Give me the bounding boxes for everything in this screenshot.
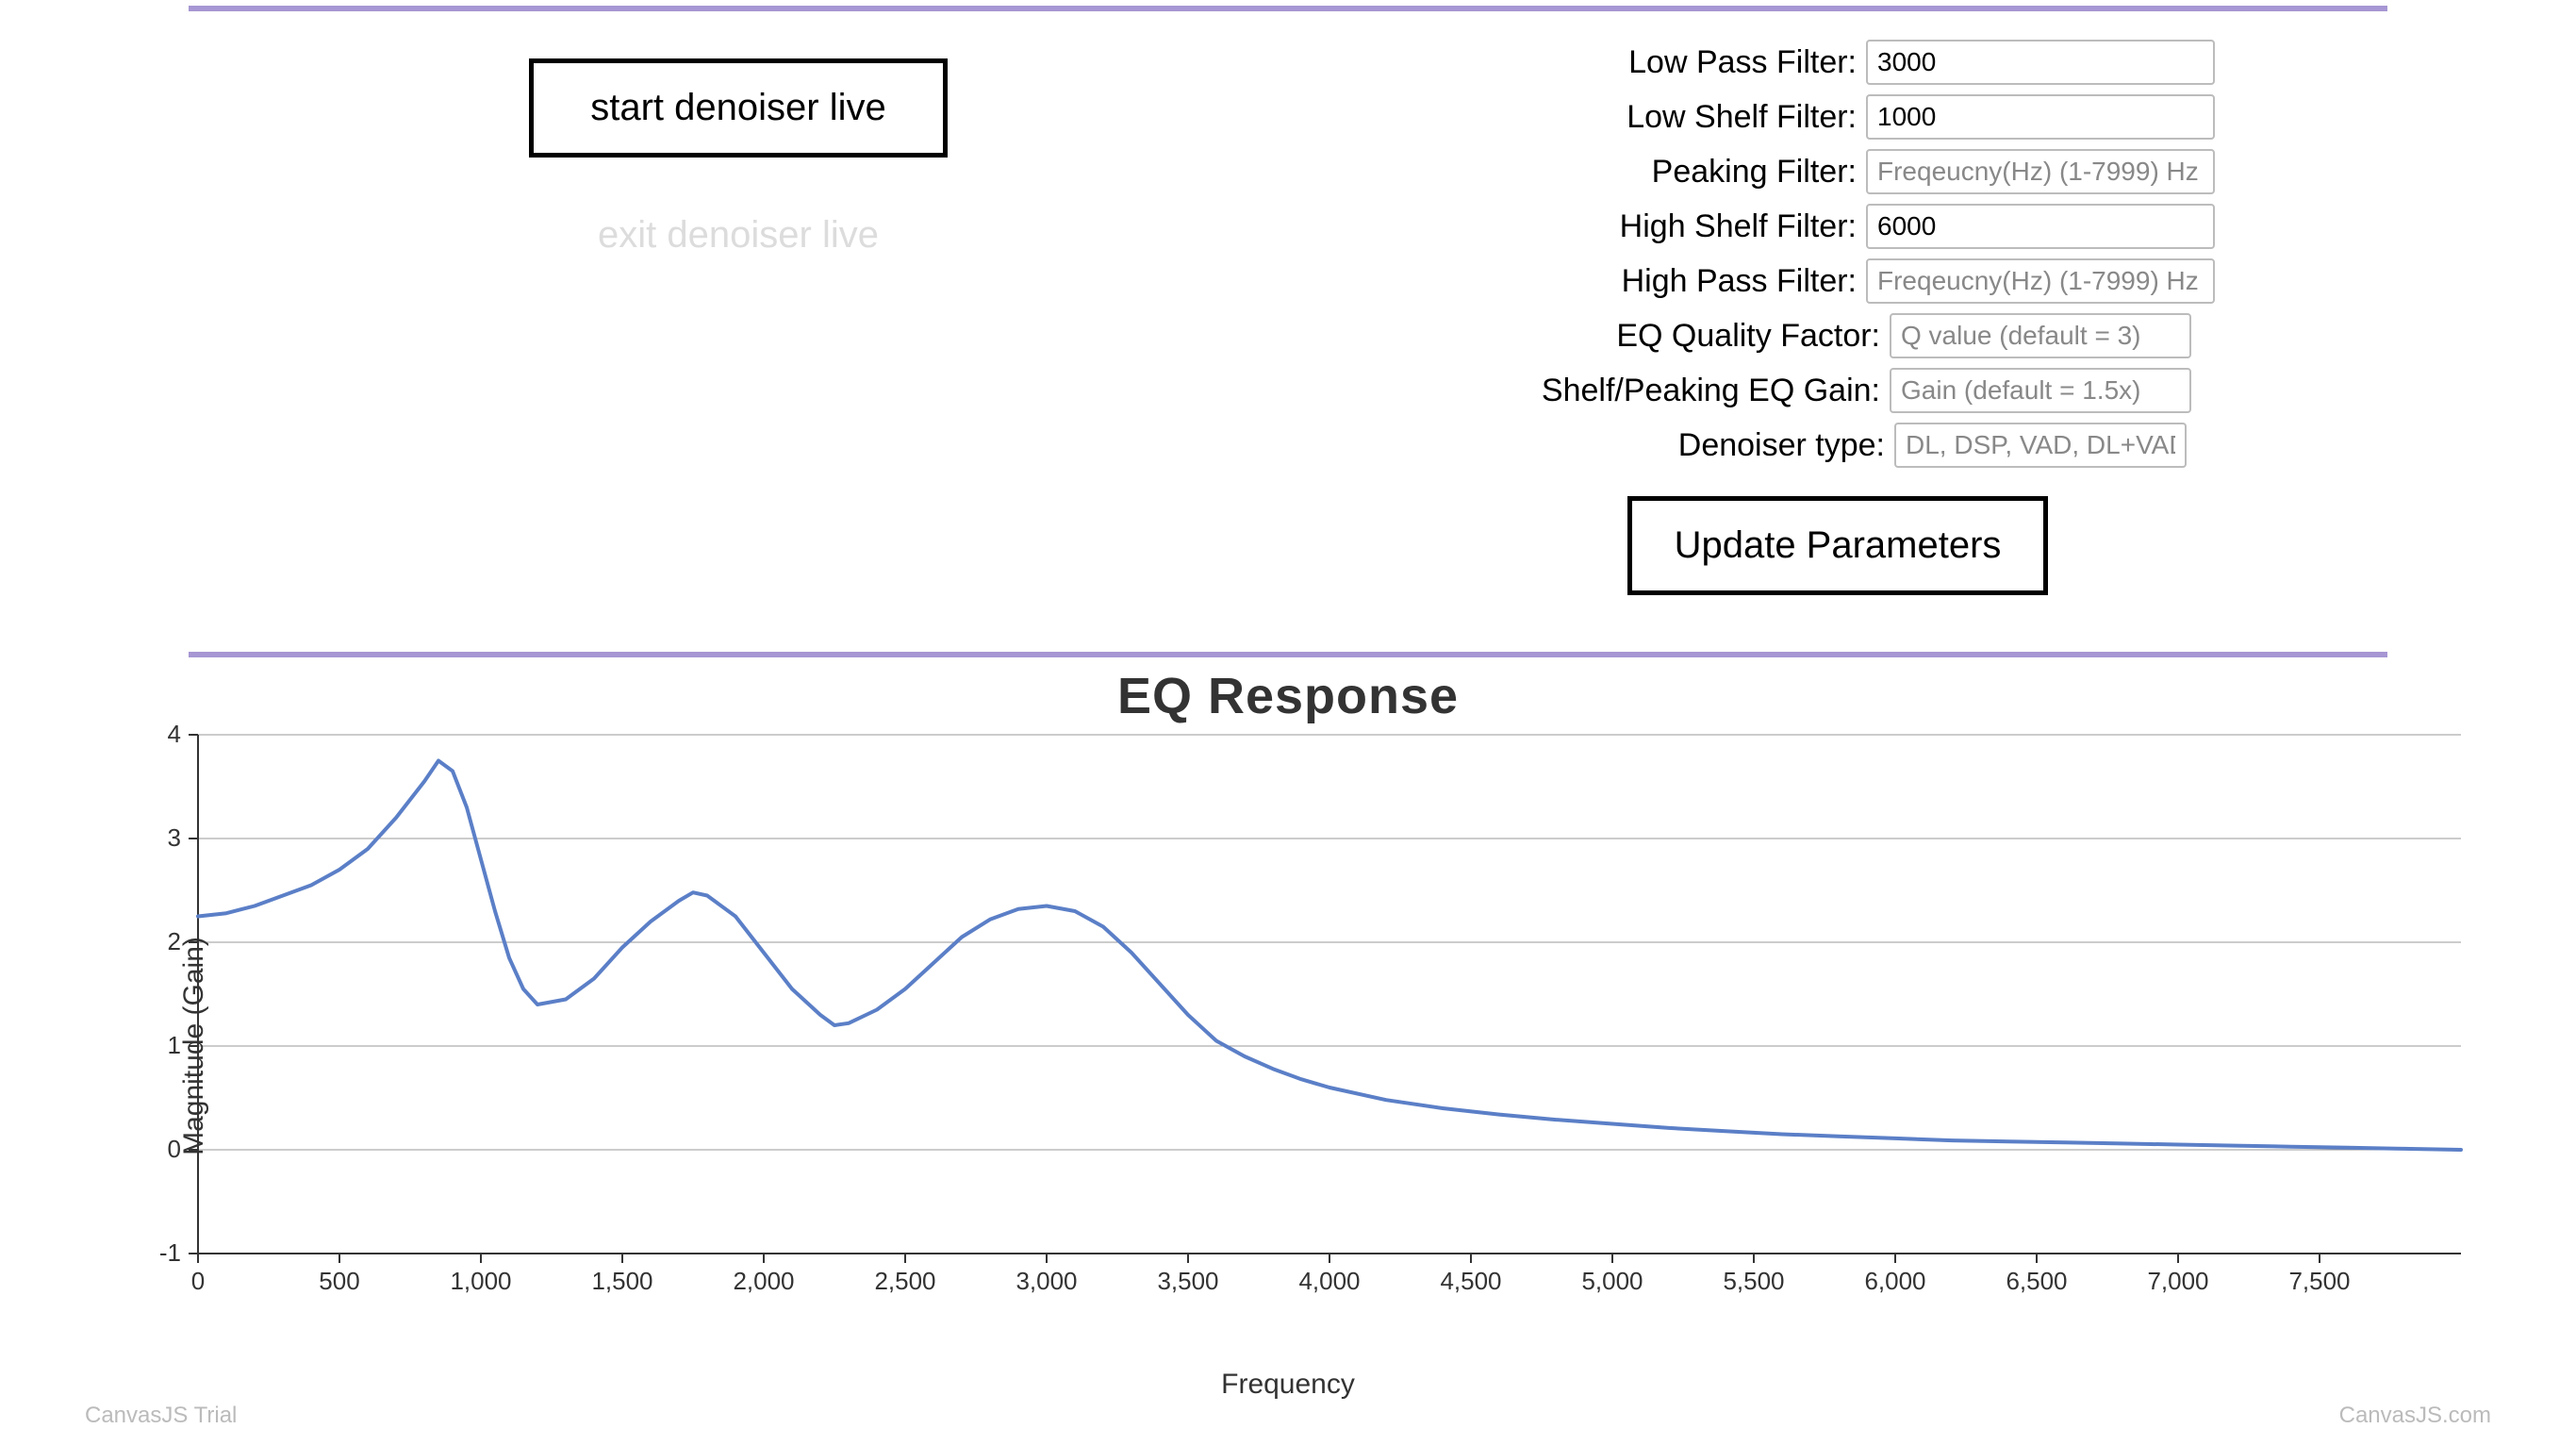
update-parameters-button[interactable]: Update Parameters <box>1627 496 2049 595</box>
denoiser-type-label: Denoiser type: <box>1489 427 1885 464</box>
svg-text:7,000: 7,000 <box>2147 1267 2208 1295</box>
svg-text:5,000: 5,000 <box>1581 1267 1643 1295</box>
svg-text:1,000: 1,000 <box>450 1267 511 1295</box>
chart-plot: -10123405001,0001,5002,0002,5003,0003,50… <box>85 725 2480 1310</box>
chart-xlabel: Frequency <box>85 1369 2491 1401</box>
svg-text:3: 3 <box>168 823 181 852</box>
divider-mid <box>189 652 2387 657</box>
svg-text:2,000: 2,000 <box>733 1267 794 1295</box>
watermark-left: CanvasJS Trial <box>85 1403 237 1429</box>
svg-text:2,500: 2,500 <box>874 1267 935 1295</box>
high-shelf-input[interactable] <box>1866 204 2215 249</box>
low-pass-label: Low Pass Filter: <box>1461 44 1857 81</box>
svg-text:4,500: 4,500 <box>1440 1267 1501 1295</box>
gain-input[interactable] <box>1890 368 2191 413</box>
chart-container: EQ Response Magnitude (Gain) -1012340500… <box>85 667 2491 1401</box>
exit-denoiser-button: exit denoiser live <box>541 186 935 285</box>
gain-label: Shelf/Peaking EQ Gain: <box>1484 373 1880 409</box>
svg-text:500: 500 <box>319 1267 359 1295</box>
svg-text:4,000: 4,000 <box>1298 1267 1360 1295</box>
high-pass-input[interactable] <box>1866 258 2215 304</box>
high-shelf-label: High Shelf Filter: <box>1461 208 1857 245</box>
right-column: Low Pass Filter: Low Shelf Filter: Peaki… <box>1288 40 2387 595</box>
peaking-label: Peaking Filter: <box>1461 154 1857 191</box>
q-factor-input[interactable] <box>1890 313 2191 358</box>
svg-text:6,500: 6,500 <box>2006 1267 2067 1295</box>
svg-text:3,000: 3,000 <box>1016 1267 1077 1295</box>
svg-text:-1: -1 <box>159 1238 181 1267</box>
low-shelf-input[interactable] <box>1866 94 2215 140</box>
svg-text:3,500: 3,500 <box>1157 1267 1218 1295</box>
peaking-input[interactable] <box>1866 149 2215 194</box>
controls-section: start denoiser live exit denoiser live L… <box>0 11 2576 623</box>
chart-title: EQ Response <box>85 667 2491 725</box>
svg-text:1,500: 1,500 <box>591 1267 652 1295</box>
q-factor-label: EQ Quality Factor: <box>1484 318 1880 355</box>
svg-text:7,500: 7,500 <box>2288 1267 2350 1295</box>
svg-text:0: 0 <box>191 1267 205 1295</box>
denoiser-type-input[interactable] <box>1894 423 2187 468</box>
start-denoiser-button[interactable]: start denoiser live <box>529 58 947 158</box>
low-pass-input[interactable] <box>1866 40 2215 85</box>
svg-text:4: 4 <box>168 725 181 748</box>
left-column: start denoiser live exit denoiser live <box>189 40 1288 595</box>
svg-text:6,000: 6,000 <box>1864 1267 1925 1295</box>
chart-ylabel: Magnitude (Gain) <box>178 937 210 1155</box>
low-shelf-label: Low Shelf Filter: <box>1461 99 1857 136</box>
svg-text:5,500: 5,500 <box>1723 1267 1784 1295</box>
watermark-right: CanvasJS.com <box>2339 1403 2491 1429</box>
high-pass-label: High Pass Filter: <box>1461 263 1857 300</box>
